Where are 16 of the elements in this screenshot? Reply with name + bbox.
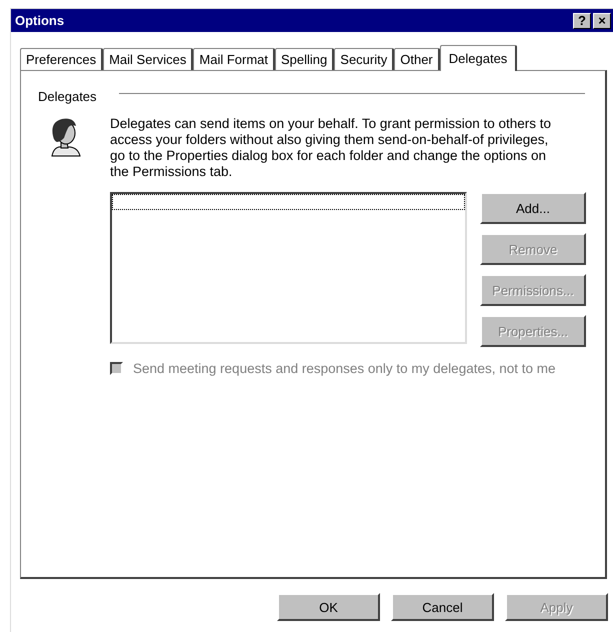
help-button[interactable]: ? xyxy=(573,12,591,28)
description-text: Delegates can send items on your behalf. To grant permission to others to access your folders without also giving them send-on-behalf-of privileges, go to the Properties dialog box for each folder and change the options on the Permissions tab. xyxy=(110,116,552,180)
tab[interactable]: Preferences xyxy=(20,48,104,70)
tab[interactable]: Mail Format xyxy=(193,48,276,70)
close-button[interactable]: × xyxy=(593,12,611,28)
add-button[interactable]: Add... xyxy=(480,192,586,224)
tab[interactable]: Other xyxy=(394,48,440,70)
tab[interactable]: Spelling xyxy=(275,48,334,70)
ok-button[interactable]: OK xyxy=(277,593,380,621)
cancel-button[interactable]: Cancel xyxy=(391,593,494,621)
group-label: Delegates xyxy=(38,89,97,104)
window-title: Options xyxy=(15,13,64,28)
delegates-list[interactable] xyxy=(110,192,467,344)
tab[interactable]: Security xyxy=(334,48,394,70)
tab[interactable]: Mail Services xyxy=(103,48,194,70)
tab[interactable]: Delegates xyxy=(440,45,518,71)
